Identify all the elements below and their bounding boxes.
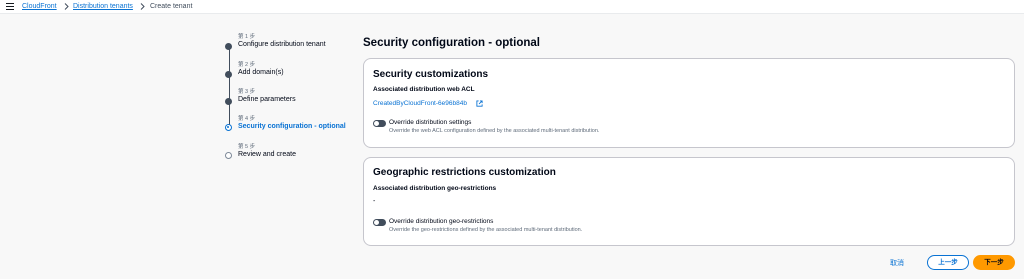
web-acl-label: Associated distribution web ACL — [373, 86, 475, 93]
toggle-label: Override distribution settings — [389, 119, 472, 126]
toggle-description: Override the geo-restrictions defined by… — [389, 227, 583, 233]
step-title: Define parameters — [238, 96, 296, 103]
step-connector — [228, 46, 230, 126]
page-title: Security configuration - optional — [363, 37, 540, 49]
step-number: 第 5 步 — [238, 144, 256, 150]
geo-restrictions-label: Associated distribution geo-restrictions — [373, 185, 497, 192]
step-title: Security configuration - optional — [238, 123, 346, 130]
override-distribution-settings-toggle[interactable] — [373, 120, 386, 127]
step-number: 第 4 步 — [238, 116, 256, 122]
toggle-label: Override distribution geo-restrictions — [389, 218, 494, 225]
step-title: Review and create — [238, 151, 296, 158]
web-acl-link[interactable]: CreatedByCloudFront-6e96b84b — [373, 100, 467, 107]
toggle-description: Override the web ACL configuration defin… — [389, 128, 600, 134]
chevron-right-icon — [64, 3, 69, 10]
geo-restrictions-card: Geographic restrictions customization As… — [363, 157, 1015, 246]
security-customizations-card: Security customizations Associated distr… — [363, 58, 1015, 148]
step-active-icon — [225, 124, 232, 131]
step-title: Configure distribution tenant — [238, 41, 326, 48]
step-number: 第 1 步 — [238, 34, 256, 40]
previous-button[interactable]: 上一步 — [927, 255, 969, 270]
card-title: Security customizations — [373, 69, 489, 80]
breadcrumb-cloudfront[interactable]: CloudFront — [22, 3, 57, 10]
cancel-button[interactable]: 取消 — [890, 258, 904, 268]
step-complete-icon — [225, 43, 232, 50]
step-number: 第 3 步 — [238, 89, 256, 95]
step-number: 第 2 步 — [238, 62, 256, 68]
next-button[interactable]: 下一步 — [973, 255, 1015, 270]
step-title: Add domain(s) — [238, 69, 284, 76]
chevron-right-icon — [140, 3, 145, 10]
card-title: Geographic restrictions customization — [373, 167, 556, 178]
menu-icon[interactable] — [6, 3, 14, 10]
external-link-icon[interactable] — [476, 100, 483, 107]
breadcrumb-bar: CloudFront Distribution tenants Create t… — [0, 0, 1024, 14]
step-complete-icon — [225, 71, 232, 78]
override-geo-restrictions-toggle[interactable] — [373, 219, 386, 226]
geo-restrictions-value: - — [373, 198, 376, 205]
breadcrumb-current: Create tenant — [150, 3, 193, 10]
breadcrumb-distribution-tenants[interactable]: Distribution tenants — [73, 3, 133, 10]
step-pending-icon — [225, 152, 232, 159]
step-complete-icon — [225, 98, 232, 105]
